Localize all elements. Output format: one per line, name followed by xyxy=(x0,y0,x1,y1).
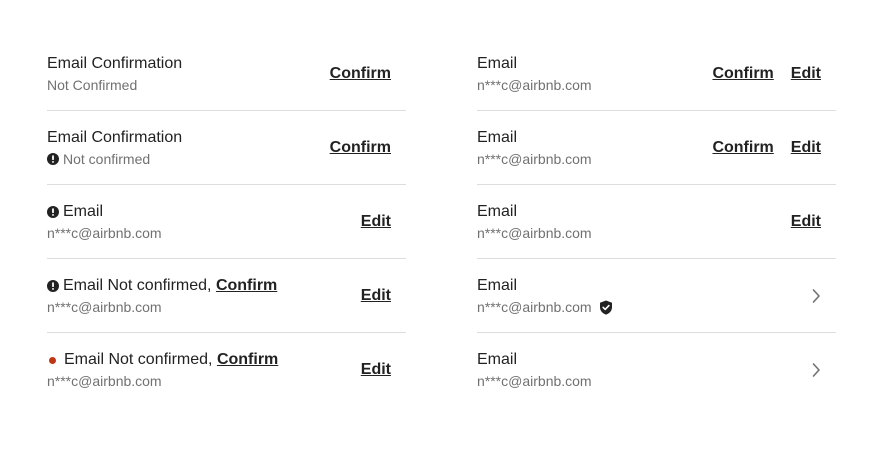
row-actions: Edit xyxy=(361,259,391,333)
edit-button[interactable]: Edit xyxy=(361,287,391,305)
row-actions: Confirm Edit xyxy=(712,37,821,111)
row-subtitle-with-icon: n***c@airbnb.com xyxy=(477,298,726,316)
row-subtitle: n***c@airbnb.com xyxy=(477,225,592,241)
confirm-button[interactable]: Confirm xyxy=(330,139,391,157)
edit-button[interactable]: Edit xyxy=(791,65,821,83)
row-title-with-icon: Email Not confirmed, Confirm xyxy=(47,350,296,370)
row-subtitle: Not confirmed xyxy=(63,151,151,167)
row-actions: Confirm xyxy=(330,37,391,111)
row-actions: Edit xyxy=(361,333,391,407)
row-subtitle: Not Confirmed xyxy=(47,77,138,93)
row-title: Email xyxy=(477,277,518,294)
exclamation-circle-icon xyxy=(47,280,59,292)
email-row: Email n***c@airbnb.com Confirm Edit xyxy=(477,37,836,111)
row-title: Email xyxy=(477,129,518,146)
confirm-button[interactable]: Confirm xyxy=(712,139,773,157)
row-title: Email xyxy=(477,203,518,220)
row-subtitle-with-icon: Not confirmed xyxy=(47,150,296,168)
row-text: Email n***c@airbnb.com xyxy=(477,350,726,390)
row-text: Email Confirmation Not Confirmed xyxy=(47,54,296,94)
row-actions xyxy=(811,333,821,407)
chevron-right-icon[interactable] xyxy=(811,288,821,304)
email-row: Email n***c@airbnb.com Edit xyxy=(47,185,406,259)
email-row: Email Not confirmed, Confirm n***c@airbn… xyxy=(47,259,406,333)
inline-confirm-link[interactable]: Confirm xyxy=(217,350,278,370)
row-actions: Edit xyxy=(361,185,391,259)
row-text: Email n***c@airbnb.com xyxy=(477,276,726,316)
row-title: Email Not confirmed, xyxy=(64,351,217,368)
left-column: Email Confirmation Not Confirmed Confirm… xyxy=(47,37,406,407)
row-subtitle: n***c@airbnb.com xyxy=(477,373,592,389)
inline-confirm-link[interactable]: Confirm xyxy=(216,276,277,296)
email-row: Email n***c@airbnb.com Confirm Edit xyxy=(477,111,836,185)
exclamation-circle-icon xyxy=(47,206,59,218)
edit-button[interactable]: Edit xyxy=(791,139,821,157)
confirm-button[interactable]: Confirm xyxy=(712,65,773,83)
row-title: Email xyxy=(477,55,518,72)
row-title: Email xyxy=(63,203,104,220)
row-subtitle: n***c@airbnb.com xyxy=(477,151,592,167)
row-text: Email n***c@airbnb.com xyxy=(477,128,726,168)
edit-button[interactable]: Edit xyxy=(361,213,391,231)
row-subtitle: n***c@airbnb.com xyxy=(477,299,592,315)
row-text: Email Not confirmed, Confirm n***c@airbn… xyxy=(47,276,296,316)
row-subtitle: n***c@airbnb.com xyxy=(47,225,162,241)
row-actions: Confirm Edit xyxy=(712,111,821,185)
row-title: Email Not confirmed, xyxy=(63,277,216,294)
email-row: Email Not confirmed, Confirm n***c@airbn… xyxy=(47,333,406,407)
row-title: Email Confirmation xyxy=(47,55,183,72)
exclamation-circle-icon xyxy=(47,153,59,165)
row-actions: Confirm xyxy=(330,111,391,185)
right-column: Email n***c@airbnb.com Confirm Edit Emai… xyxy=(477,37,836,407)
row-text: Email Confirmation Not confirmed xyxy=(47,128,296,168)
email-row[interactable]: Email n***c@airbnb.com xyxy=(477,259,836,333)
verified-shield-icon xyxy=(599,300,612,315)
email-row[interactable]: Email n***c@airbnb.com xyxy=(477,333,836,407)
chevron-right-icon[interactable] xyxy=(811,362,821,378)
row-text: Email Not confirmed, Confirm n***c@airbn… xyxy=(47,350,296,390)
row-title-with-icon: Email xyxy=(47,202,296,222)
row-actions: Edit xyxy=(791,185,821,259)
edit-button[interactable]: Edit xyxy=(791,213,821,231)
email-confirmation-row: Email Confirmation Not confirmed Confirm xyxy=(47,111,406,185)
edit-button[interactable]: Edit xyxy=(361,361,391,379)
row-text: Email n***c@airbnb.com xyxy=(477,54,726,94)
row-text: Email n***c@airbnb.com xyxy=(47,202,296,242)
email-row: Email n***c@airbnb.com Edit xyxy=(477,185,836,259)
row-title: Email xyxy=(477,351,518,368)
red-dot-icon xyxy=(49,356,56,364)
row-subtitle: n***c@airbnb.com xyxy=(47,299,162,315)
row-subtitle: n***c@airbnb.com xyxy=(47,373,162,389)
confirm-button[interactable]: Confirm xyxy=(330,65,391,83)
row-subtitle: n***c@airbnb.com xyxy=(477,77,592,93)
row-text: Email n***c@airbnb.com xyxy=(477,202,726,242)
row-actions xyxy=(811,259,821,333)
email-confirmation-row: Email Confirmation Not Confirmed Confirm xyxy=(47,37,406,111)
row-title-with-icon: Email Not confirmed, Confirm xyxy=(47,276,296,296)
row-title: Email Confirmation xyxy=(47,129,183,146)
